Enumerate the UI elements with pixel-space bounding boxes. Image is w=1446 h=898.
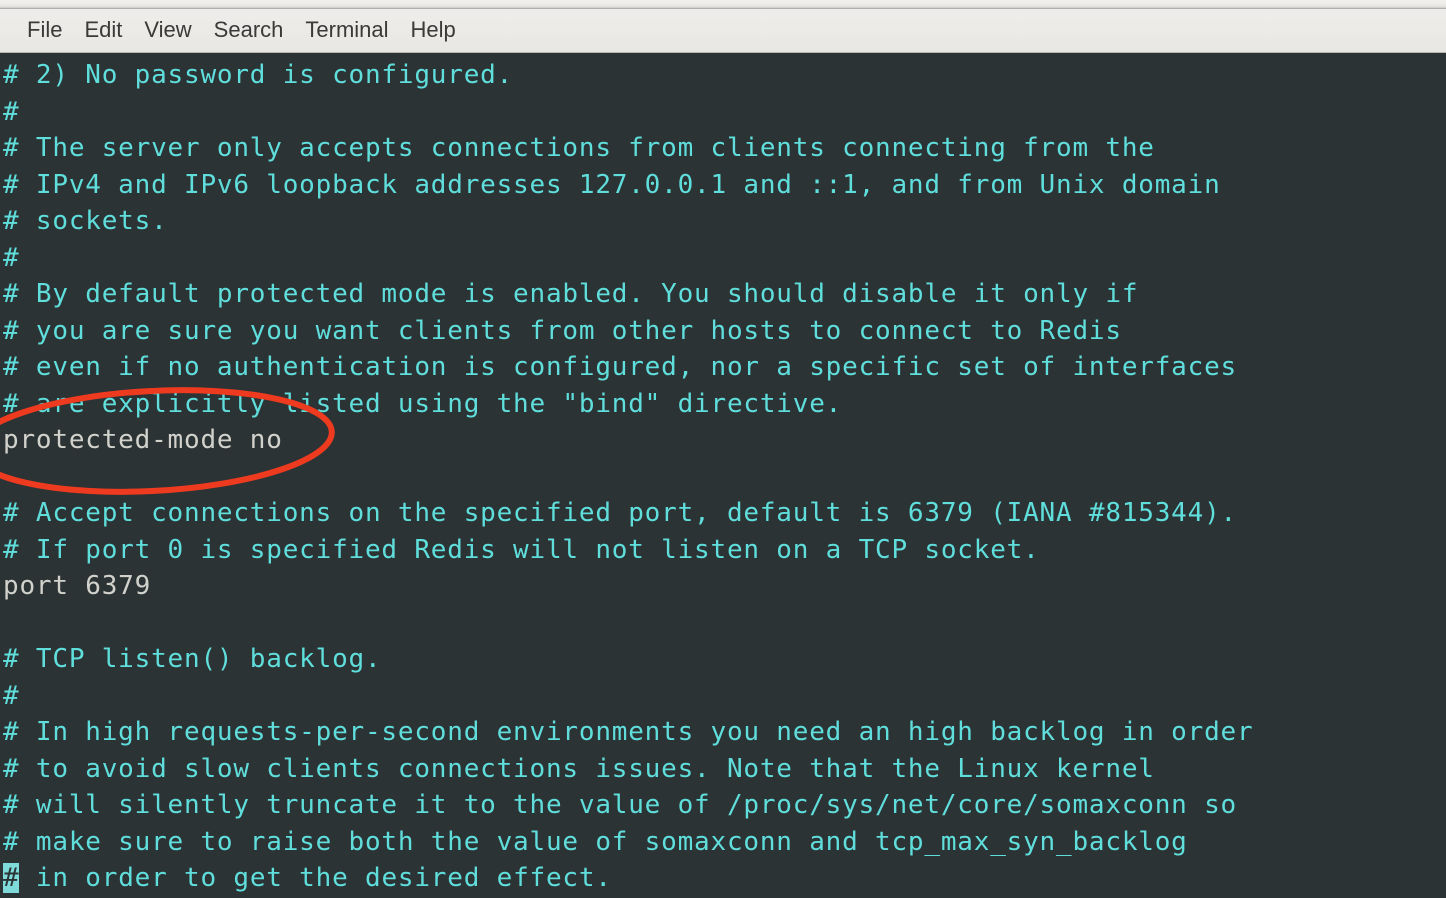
terminal-line: # TCP listen() backlog. [3,641,1446,678]
terminal-line: # will silently truncate it to the value… [3,787,1446,824]
terminal-line: # sockets. [3,203,1446,240]
menu-bar: File Edit View Search Terminal Help [0,9,1446,53]
terminal-line-text: # to avoid slow clients connections issu… [3,753,1155,784]
terminal-line: # [3,94,1446,131]
terminal-line: # If port 0 is specified Redis will not … [3,532,1446,569]
terminal-line-text: # In high requests-per-second environmen… [3,717,1254,747]
terminal-cursor: # [3,863,20,893]
terminal-line: # By default protected mode is enabled. … [3,276,1446,313]
terminal-line-text: # will silently truncate it to the value… [3,790,1237,820]
terminal-line: # 2) No password is configured. [3,57,1446,94]
menu-search[interactable]: Search [203,15,295,46]
terminal-line-text: port 6379 [3,571,152,601]
terminal-line: port 6379 [3,568,1446,605]
menu-file[interactable]: File [16,15,73,46]
terminal-line: # to avoid slow clients connections issu… [3,751,1446,788]
terminal-line: # are explicitly listed using the "bind"… [3,386,1446,423]
terminal-line-text: # even if no authentication is configure… [3,352,1237,382]
terminal-line-text: # TCP listen() backlog. [3,644,382,674]
terminal-line-text: # 2) No password is configured. [3,60,514,90]
terminal-line-text: # [3,680,20,711]
menu-view[interactable]: View [133,15,202,46]
terminal-line-text: in order to get the desired effect. [19,863,612,893]
terminal-line: # even if no authentication is configure… [3,349,1446,386]
terminal-line: # Accept connections on the specified po… [3,495,1446,532]
terminal-line: # In high requests-per-second environmen… [3,714,1446,751]
terminal-line-text: # [3,242,20,273]
terminal-line-text: # Accept connections on the specified po… [3,498,1237,528]
terminal-line-text: # make sure to raise both the value of s… [3,826,1188,857]
terminal-line-text: # you are sure you want clients from oth… [3,315,1122,346]
menu-terminal[interactable]: Terminal [294,15,399,46]
window-titlebar[interactable] [0,0,1446,9]
terminal-line-text: # The server only accepts connections fr… [3,133,1155,163]
terminal-line-text: # IPv4 and IPv6 loopback addresses 127.0… [3,169,1221,200]
terminal-line-text: protected-mode no [3,425,283,455]
terminal-line-text: # are explicitly listed using the "bind"… [3,388,843,419]
terminal-line-text: # By default protected mode is enabled. … [3,279,1139,309]
menu-edit[interactable]: Edit [73,15,133,46]
terminal-line-text: # sockets. [3,206,168,236]
terminal-line: # The server only accepts connections fr… [3,130,1446,167]
terminal-line: # [3,678,1446,715]
terminal-line-text: # If port 0 is specified Redis will not … [3,534,1040,565]
terminal-line: # [3,240,1446,277]
terminal-output-area[interactable]: # 2) No password is configured. # # The se… [0,54,1446,898]
terminal-line: # IPv4 and IPv6 loopback addresses 127.0… [3,167,1446,204]
terminal-line: # you are sure you want clients from oth… [3,313,1446,350]
terminal-text: # 2) No password is configured. # # The se… [3,57,1446,897]
menu-help[interactable]: Help [400,15,467,46]
terminal-line: protected-mode no [3,422,1446,459]
terminal-line: # make sure to raise both the value of s… [3,824,1446,861]
terminal-line: # in order to get the desired effect. [3,860,1446,897]
terminal-window: File Edit View Search Terminal Help # 2) No p… [0,0,1446,898]
terminal-line-text: # [3,96,20,127]
